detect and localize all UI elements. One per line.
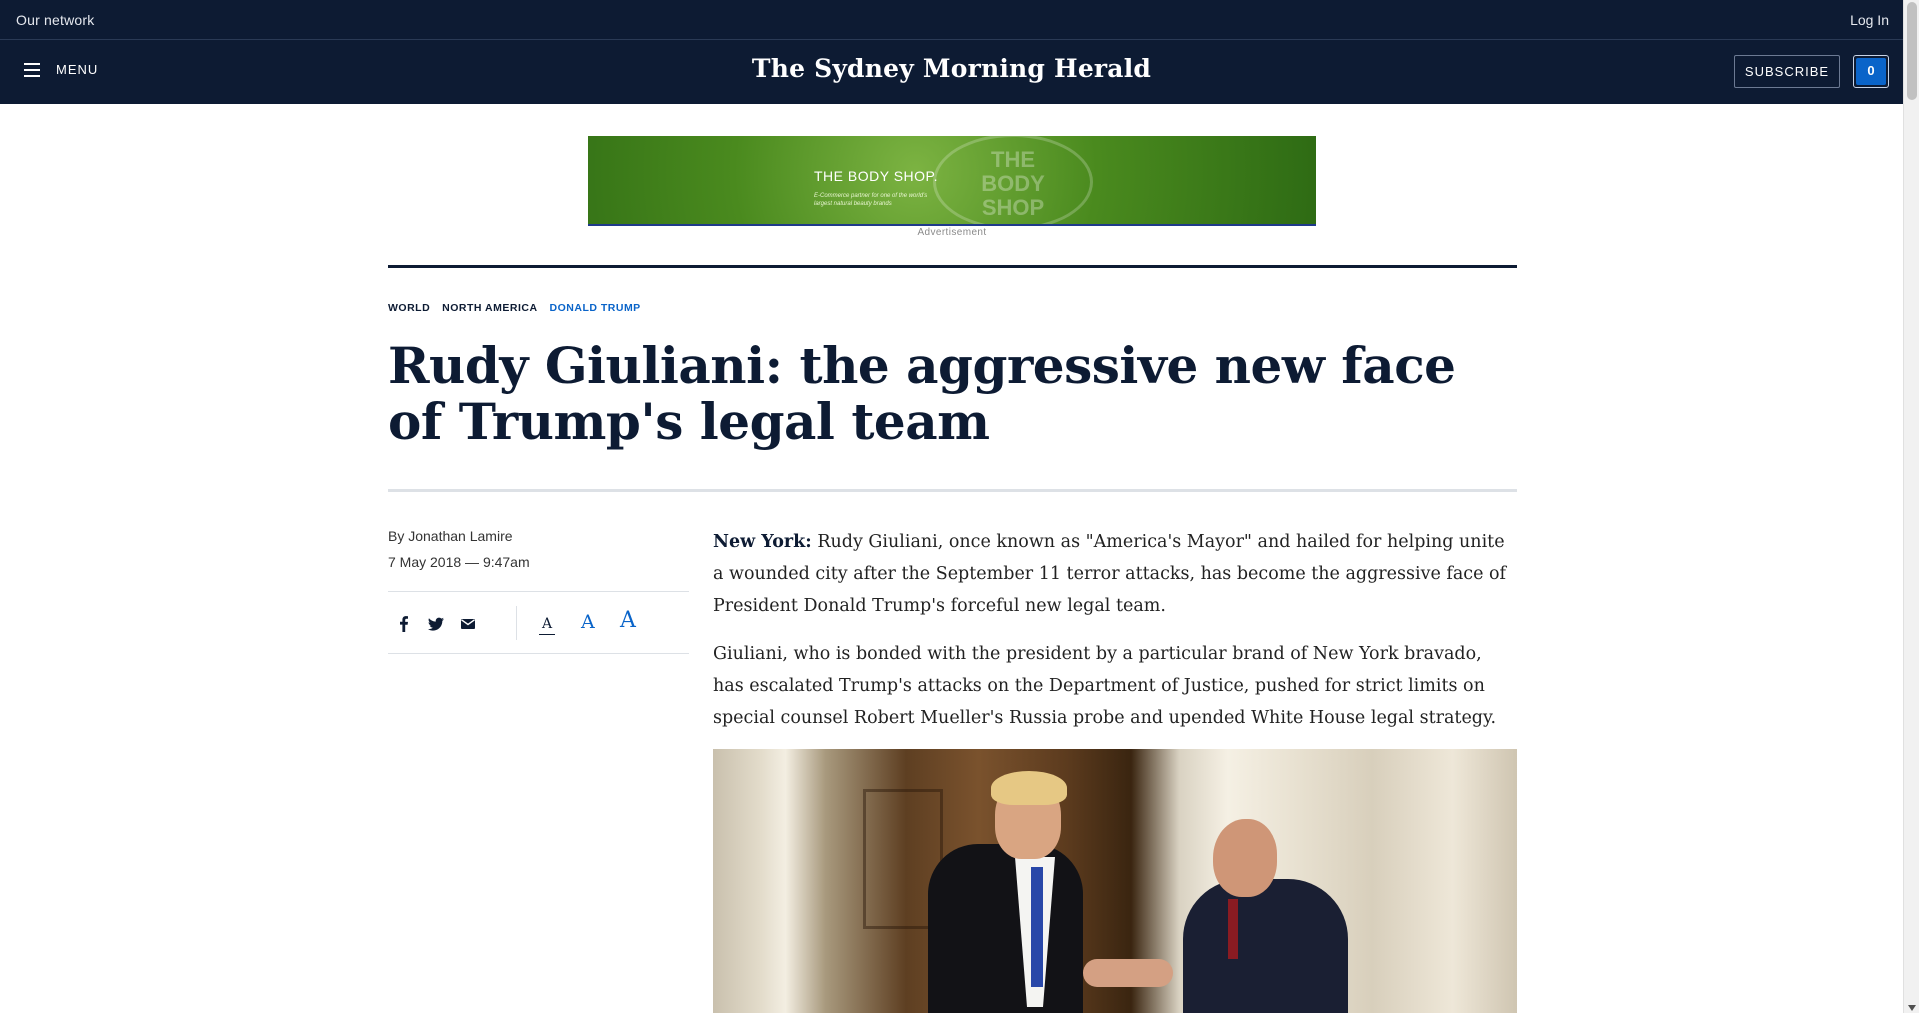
share-toolbar: A A A [388, 591, 689, 654]
breadcrumb-donald-trump[interactable]: DONALD TRUMP [550, 302, 641, 314]
article-headline: Rudy Giuliani: the aggressive new face o… [388, 336, 1456, 451]
page: Our network Log In MENU The Sydney Morni… [0, 0, 1919, 1013]
font-size-large-button[interactable]: A [620, 608, 636, 633]
article-byline[interactable]: By Jonathan Lamire [388, 528, 513, 544]
photo-handshake [1083, 959, 1173, 987]
photo-figure-left [928, 844, 1083, 1013]
share-divider [516, 606, 517, 640]
network-bar: Our network Log In [0, 0, 1903, 40]
our-network-link[interactable]: Our network [16, 12, 94, 28]
email-icon[interactable] [458, 614, 478, 634]
article-paragraph: Giuliani, who is bonded with the preside… [713, 638, 1517, 734]
subscribe-button[interactable]: SUBSCRIBE [1734, 55, 1840, 88]
font-size-medium-button[interactable]: A [581, 611, 595, 633]
advertisement-banner[interactable]: THE BODY SHOP THE BODY SHOP. E-Commerce … [588, 136, 1316, 226]
photo-hair-left [991, 771, 1067, 805]
advertisement-label: Advertisement [917, 227, 987, 238]
article-paragraph: New York: Rudy Giuliani, once known as "… [713, 526, 1517, 622]
paragraph-text: Rudy Giuliani, once known as "America's … [713, 532, 1507, 616]
login-link[interactable]: Log In [1850, 12, 1889, 28]
account-count-badge: 0 [1856, 58, 1886, 85]
paragraph-dateline: New York: [713, 532, 812, 552]
masthead-logo[interactable]: The Sydney Morning Herald [0, 54, 1903, 83]
scrollbar-thumb[interactable] [1907, 2, 1917, 100]
account-button[interactable]: 0 [1853, 55, 1889, 88]
section-divider [388, 265, 1517, 268]
photo-tie-right [1228, 899, 1238, 959]
twitter-icon[interactable] [426, 614, 446, 634]
headline-divider [388, 489, 1517, 492]
vertical-scrollbar[interactable] [1903, 0, 1919, 1013]
breadcrumb: WORLD NORTH AMERICA DONALD TRUMP [388, 302, 641, 314]
font-size-small-button[interactable]: A [539, 616, 556, 635]
ad-brand-text: THE BODY SHOP. [814, 168, 938, 184]
facebook-icon[interactable] [394, 614, 414, 634]
ad-logo-text: THE BODY SHOP [981, 147, 1045, 220]
breadcrumb-north-america[interactable]: NORTH AMERICA [442, 302, 537, 314]
scroll-down-arrow-icon[interactable] [1908, 1005, 1916, 1011]
photo-face-right [1213, 819, 1277, 897]
breadcrumb-world[interactable]: WORLD [388, 302, 430, 314]
article-body: New York: Rudy Giuliani, once known as "… [713, 526, 1517, 750]
article-date: 7 May 2018 — 9:47am [388, 554, 530, 570]
article-lead-image[interactable] [713, 749, 1517, 1013]
photo-tie [1031, 867, 1043, 987]
paragraph-text: Giuliani, who is bonded with the preside… [713, 644, 1497, 728]
site-header: MENU The Sydney Morning Herald SUBSCRIBE… [0, 40, 1903, 104]
photo-figure-right [1183, 879, 1348, 1013]
ad-tagline: E-Commerce partner for one of the world'… [814, 193, 928, 207]
